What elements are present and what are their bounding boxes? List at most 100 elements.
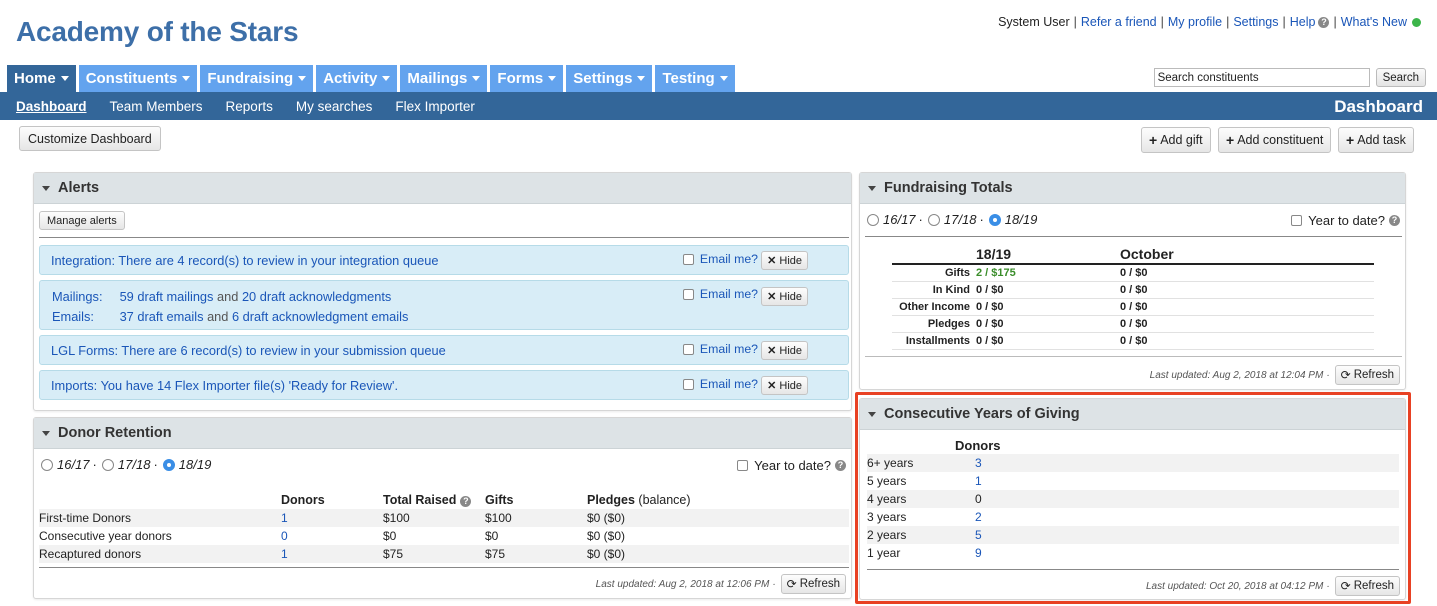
collapse-icon: [868, 185, 876, 191]
add-gift-button[interactable]: + Add gift: [1141, 127, 1211, 153]
subnav-my-searches[interactable]: My searches: [296, 99, 373, 114]
collapse-icon: [868, 411, 876, 417]
fundraising-totals-header[interactable]: Fundraising Totals: [860, 173, 1405, 204]
subnav-team-members[interactable]: Team Members: [110, 99, 203, 114]
checkbox[interactable]: [682, 343, 694, 355]
search-button[interactable]: Search: [1375, 68, 1426, 87]
chevron-down-icon: [382, 76, 391, 81]
draft-emails-link[interactable]: 37 draft emails: [120, 309, 204, 324]
table-row: 5 years 1: [867, 474, 982, 488]
subnav-flex-importer[interactable]: Flex Importer: [395, 99, 475, 114]
settings-link[interactable]: Settings: [1233, 15, 1278, 29]
help-icon: ?: [1318, 16, 1330, 28]
nav-tab-activity[interactable]: Activity: [316, 65, 398, 92]
help-link[interactable]: Help: [1290, 15, 1316, 29]
table-row: Recaptured donors 1 $75 $75 $0 ($0): [39, 545, 849, 563]
last-updated: Last updated: Aug 2, 2018 at 12:06 PM · ⟳…: [596, 574, 846, 594]
draft-mailings-link[interactable]: 59 draft mailings: [120, 289, 214, 304]
email-me-toggle[interactable]: Email me?: [682, 252, 758, 266]
donors-count-link[interactable]: 0: [281, 529, 288, 543]
checkbox[interactable]: [1291, 215, 1303, 226]
table-row: 1 year 9: [867, 546, 982, 560]
whats-new-link[interactable]: What's New: [1341, 15, 1407, 29]
radio-17-18[interactable]: [101, 458, 114, 471]
nav-tab-forms[interactable]: Forms: [490, 65, 564, 92]
subnav-dashboard[interactable]: Dashboard: [16, 99, 87, 114]
search-input[interactable]: [1153, 68, 1370, 87]
checkbox[interactable]: [682, 378, 694, 390]
consecutive-years-table: Donors 6+ years 3 5 years 1 4 years 0 3 …: [867, 436, 1399, 562]
chevron-down-icon: [472, 76, 481, 81]
hide-button[interactable]: ✕ Hide: [761, 251, 808, 270]
checkbox[interactable]: [682, 288, 694, 300]
radio-18-19[interactable]: [988, 213, 1001, 226]
draft-acknowledgments-link[interactable]: 20 draft acknowledgments: [242, 289, 391, 304]
donor-count-link[interactable]: 5: [975, 528, 982, 542]
refresh-icon: ⟳: [1340, 579, 1351, 593]
donor-count-link[interactable]: 2: [975, 510, 982, 524]
customize-dashboard-button[interactable]: Customize Dashboard: [19, 126, 161, 151]
nav-tab-fundraising[interactable]: Fundraising: [200, 65, 314, 92]
alert-label: Emails:: [52, 309, 94, 324]
integration-queue-link[interactable]: There are 4 record(s) to review in your …: [118, 253, 438, 268]
col-header: Donors: [281, 493, 325, 507]
table-row: 4 years 0: [867, 490, 1399, 508]
donor-retention-header[interactable]: Donor Retention: [34, 418, 851, 449]
plus-icon: +: [1346, 132, 1355, 148]
consecutive-years-panel: Consecutive Years of Giving Donors 6+ ye…: [859, 398, 1406, 600]
year-radio-group: 16/17 · 17/18 · 18/19: [867, 212, 1037, 227]
col-header: 18/19: [976, 245, 1120, 265]
radio-18-19[interactable]: [162, 458, 175, 471]
page-title: Dashboard: [1334, 97, 1423, 116]
email-me-toggle[interactable]: Email me?: [682, 287, 758, 301]
nav-tab-mailings[interactable]: Mailings: [400, 65, 488, 92]
refresh-button[interactable]: ⟳ Refresh: [780, 574, 846, 594]
nav-tab-constituents[interactable]: Constituents: [78, 65, 198, 92]
alert-label: Imports:: [51, 378, 98, 393]
checkbox[interactable]: [682, 253, 694, 265]
add-task-button[interactable]: + Add task: [1338, 127, 1414, 153]
col-header: Donors: [955, 437, 1001, 453]
manage-alerts-button[interactable]: Manage alerts: [39, 211, 125, 230]
alert-label: Mailings:: [52, 289, 103, 304]
refresh-icon: ⟳: [786, 577, 797, 591]
hide-button[interactable]: ✕ Hide: [761, 287, 808, 306]
table-row: Consecutive year donors 0 $0 $0 $0 ($0): [39, 529, 626, 543]
donors-count-link[interactable]: 1: [281, 511, 288, 525]
donor-count-link[interactable]: 1: [975, 474, 982, 488]
my-profile-link[interactable]: My profile: [1168, 15, 1222, 29]
collapse-icon: [42, 430, 50, 436]
refresh-button[interactable]: ⟳ Refresh: [1334, 365, 1400, 385]
radio-16-17[interactable]: [41, 458, 53, 471]
draft-ack-emails-link[interactable]: 6 draft acknowledgment emails: [232, 309, 408, 324]
consecutive-years-header[interactable]: Consecutive Years of Giving: [860, 399, 1405, 430]
donor-count-link[interactable]: 3: [975, 456, 982, 470]
year-to-date-toggle[interactable]: Year to date??: [737, 458, 846, 473]
add-constituent-button[interactable]: + Add constituent: [1218, 127, 1332, 153]
radio-16-17[interactable]: [867, 213, 879, 226]
alerts-panel-header[interactable]: Alerts: [34, 173, 851, 204]
nav-tab-settings[interactable]: Settings: [566, 65, 653, 92]
radio-17-18[interactable]: [927, 213, 940, 226]
email-me-toggle[interactable]: Email me?: [682, 377, 758, 391]
checkbox[interactable]: [737, 460, 749, 471]
donors-count-link[interactable]: 1: [281, 547, 288, 561]
refresh-button[interactable]: ⟳ Refresh: [1334, 576, 1400, 596]
donor-count-link[interactable]: 9: [975, 546, 982, 560]
status-dot-icon: [1412, 17, 1421, 27]
submission-queue-link[interactable]: There are 6 record(s) to review in your …: [121, 343, 445, 358]
nav-tab-testing[interactable]: Testing: [655, 65, 735, 92]
alert-label: Integration:: [51, 253, 116, 268]
chevron-down-icon: [60, 76, 69, 81]
hide-button[interactable]: ✕ Hide: [761, 341, 808, 360]
current-user: System User: [998, 15, 1070, 29]
alert-mailings: Mailings: 59 draft mailings and 20 draft…: [39, 280, 849, 330]
nav-tab-home[interactable]: Home: [7, 65, 76, 92]
header: Academy of the Stars System User | Refer…: [0, 0, 1437, 65]
year-to-date-toggle[interactable]: Year to date??: [1291, 213, 1400, 228]
subnav-reports[interactable]: Reports: [226, 99, 273, 114]
refer-friend-link[interactable]: Refer a friend: [1081, 15, 1157, 29]
email-me-toggle[interactable]: Email me?: [682, 342, 758, 356]
hide-button[interactable]: ✕ Hide: [761, 376, 808, 395]
flex-importer-files-link[interactable]: You have 14 Flex Importer file(s) 'Ready…: [101, 378, 398, 393]
